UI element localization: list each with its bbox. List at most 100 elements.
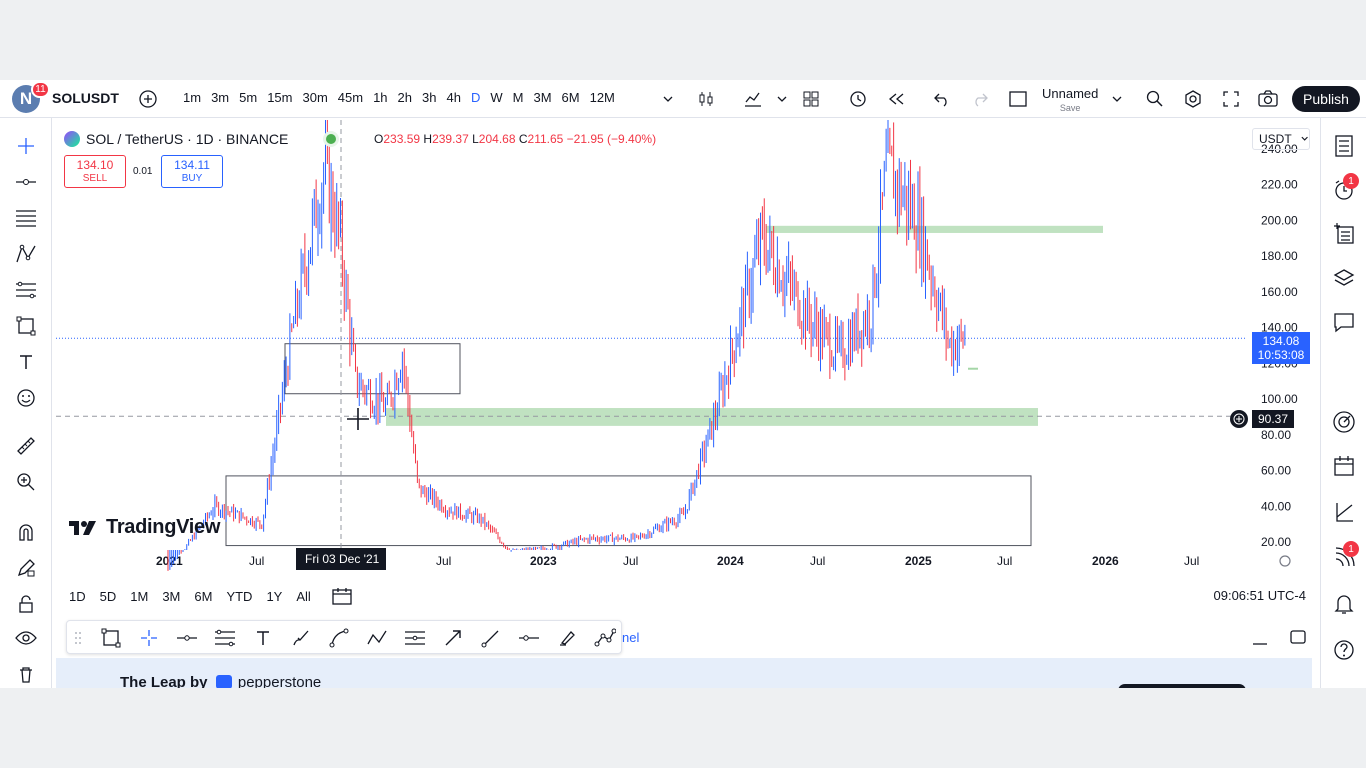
candles-icon[interactable] (694, 87, 718, 111)
interval-3m[interactable]: 3m (206, 90, 234, 105)
zoom-in-icon[interactable] (14, 470, 38, 494)
range-all[interactable]: All (289, 589, 317, 604)
watchlist-icon[interactable] (1332, 134, 1356, 158)
ad-banner[interactable]: The Leap by pepperstone (56, 658, 1312, 688)
snapshot-camera-icon[interactable] (1256, 87, 1280, 111)
crosshair-icon[interactable] (14, 134, 38, 158)
compare-add-icon[interactable] (136, 87, 160, 111)
text-tool-icon[interactable] (251, 626, 275, 650)
redo-icon[interactable] (968, 87, 992, 111)
curve-icon[interactable] (327, 626, 351, 650)
timezone-clock[interactable]: 09:06:51 UTC-4 (1214, 588, 1307, 603)
range-5d[interactable]: 5D (93, 589, 124, 604)
add-plus-icon[interactable] (1230, 410, 1248, 428)
interval-6m[interactable]: 6M (557, 90, 585, 105)
drag-handle-icon[interactable] (71, 626, 85, 650)
interval-4h[interactable]: 4h (441, 90, 465, 105)
target-icon[interactable] (1332, 410, 1356, 434)
currency-select[interactable]: USDT (1252, 128, 1310, 150)
arrow-icon[interactable] (441, 626, 465, 650)
notifications-bell-icon[interactable] (1332, 592, 1356, 616)
interval-30m[interactable]: 30m (297, 90, 332, 105)
lock-icon[interactable] (14, 592, 38, 616)
sell-button[interactable]: 134.10 SELL (64, 155, 126, 188)
pattern-icon[interactable] (14, 242, 38, 266)
data-window-icon[interactable] (1332, 222, 1356, 246)
pine-editor-icon[interactable] (1332, 500, 1356, 524)
close-value: 211.65 (527, 132, 564, 146)
ray-icon[interactable] (479, 626, 503, 650)
path-icon[interactable] (365, 626, 389, 650)
interval-m[interactable]: M (508, 90, 529, 105)
trend-line-icon[interactable] (14, 170, 38, 194)
ruler-icon[interactable] (14, 434, 38, 458)
interval-d[interactable]: D (466, 90, 485, 105)
highlighter-icon[interactable] (555, 626, 579, 650)
ad-cta-button[interactable] (1118, 684, 1246, 688)
range-ytd[interactable]: YTD (219, 589, 259, 604)
anchored-path-icon[interactable] (593, 626, 617, 650)
chevron-down-icon[interactable] (770, 87, 794, 111)
templates-icon[interactable] (799, 87, 823, 111)
magnet-icon[interactable] (14, 520, 38, 544)
layout-icon[interactable] (1006, 87, 1030, 111)
interval-3m[interactable]: 3M (528, 90, 556, 105)
fullscreen-icon[interactable] (1219, 87, 1243, 111)
interval-list: 1m 3m 5m 15m 30m 45m 1h 2h 3h 4h D W M 3M 6M 12M (178, 90, 620, 105)
interval-12m[interactable]: 12M (585, 90, 620, 105)
minimize-panel-icon[interactable] (1252, 628, 1270, 646)
calendar-icon[interactable] (1332, 454, 1356, 478)
help-icon[interactable] (1332, 638, 1356, 662)
text-tool-icon[interactable] (14, 350, 38, 374)
pencil-lock-icon[interactable] (14, 556, 38, 580)
brush-icon[interactable] (289, 626, 313, 650)
crosshair-tool-icon[interactable] (137, 626, 161, 650)
undo-icon[interactable] (930, 87, 954, 111)
layers-icon[interactable] (1332, 266, 1356, 290)
forecast-icon[interactable] (14, 278, 38, 302)
price-chart[interactable]: 240.00220.00200.00180.00160.00140.00120.… (56, 120, 1316, 580)
parallel-channel-icon[interactable] (403, 626, 427, 650)
trash-icon[interactable] (14, 662, 38, 686)
range-1m[interactable]: 1M (123, 589, 155, 604)
interval-w[interactable]: W (485, 90, 507, 105)
indicators-icon[interactable] (741, 87, 765, 111)
chart-pane[interactable]: 240.00220.00200.00180.00160.00140.00120.… (56, 120, 1316, 652)
interval-3h[interactable]: 3h (417, 90, 441, 105)
quick-search-icon[interactable] (1143, 87, 1167, 111)
range-3m[interactable]: 3M (155, 589, 187, 604)
chevron-down-icon (1301, 136, 1308, 141)
maximize-panel-icon[interactable] (1289, 628, 1307, 646)
replay-icon[interactable] (884, 87, 908, 111)
publish-button[interactable]: Publish (1292, 86, 1360, 112)
horizontal-line-icon[interactable] (175, 626, 199, 650)
interval-15m[interactable]: 15m (262, 90, 297, 105)
panel-link[interactable]: nel (622, 630, 639, 645)
rectangle-shape-icon[interactable] (14, 314, 38, 338)
eye-icon[interactable] (14, 626, 38, 650)
settings-icon[interactable] (1181, 87, 1205, 111)
calendar-goto-icon[interactable] (330, 584, 354, 608)
range-1d[interactable]: 1D (62, 589, 93, 604)
fib-tool-icon[interactable] (213, 626, 237, 650)
interval-45m[interactable]: 45m (333, 90, 368, 105)
chat-icon[interactable] (1332, 310, 1356, 334)
interval-5m[interactable]: 5m (234, 90, 262, 105)
horizontal-ray-icon[interactable] (517, 626, 541, 650)
interval-1m[interactable]: 1m (178, 90, 206, 105)
interval-2h[interactable]: 2h (393, 90, 417, 105)
range-6m[interactable]: 6M (187, 589, 219, 604)
rectangle-tool-icon[interactable] (99, 626, 123, 650)
interval-1h[interactable]: 1h (368, 90, 392, 105)
alert-icon[interactable] (846, 87, 870, 111)
emoji-icon[interactable] (14, 386, 38, 410)
chevron-down-icon[interactable] (656, 87, 680, 111)
range-1y[interactable]: 1Y (259, 589, 289, 604)
tradingview-app: N 11 SOLUSDT 1m 3m 5m 15m 30m 45m 1h 2h 3h 4h D W M 3… (0, 80, 1366, 688)
symbol-search[interactable]: SOLUSDT (52, 90, 119, 106)
time-tick: Jul (436, 554, 451, 568)
buy-button[interactable]: 134.11 BUY (161, 155, 223, 188)
layout-name[interactable]: Unnamed Save (1042, 87, 1098, 115)
fib-retracement-icon[interactable] (14, 206, 38, 230)
chevron-down-icon[interactable] (1105, 87, 1129, 111)
